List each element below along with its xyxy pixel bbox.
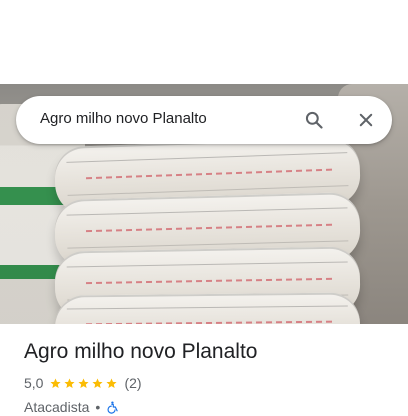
search-bar[interactable]: Agro milho novo Planalto [16, 96, 392, 144]
star-icon [92, 378, 104, 388]
star-icon [78, 378, 90, 388]
rating-value: 5,0 [24, 375, 44, 391]
search-input[interactable]: Agro milho novo Planalto [40, 110, 290, 127]
place-details: Agro milho novo Planalto 5,0 (2) Atacadi… [0, 324, 408, 415]
photo-bag [54, 292, 361, 324]
review-count[interactable]: (2) [124, 375, 141, 391]
top-blank-area [0, 0, 408, 84]
star-icon [64, 378, 76, 388]
star-rating [49, 377, 118, 390]
close-button[interactable] [350, 104, 382, 136]
star-icon [106, 378, 118, 388]
wheelchair-icon [107, 401, 118, 414]
search-button[interactable] [298, 104, 330, 136]
category-row: Atacadista • [24, 398, 120, 416]
search-icon [305, 111, 323, 129]
rating-row: 5,0 (2) [24, 374, 142, 392]
separator-dot: • [95, 399, 101, 415]
place-category: Atacadista [24, 399, 90, 415]
place-title[interactable]: Agro milho novo Planalto [24, 340, 394, 364]
close-icon [359, 113, 373, 127]
star-icon [50, 378, 62, 388]
